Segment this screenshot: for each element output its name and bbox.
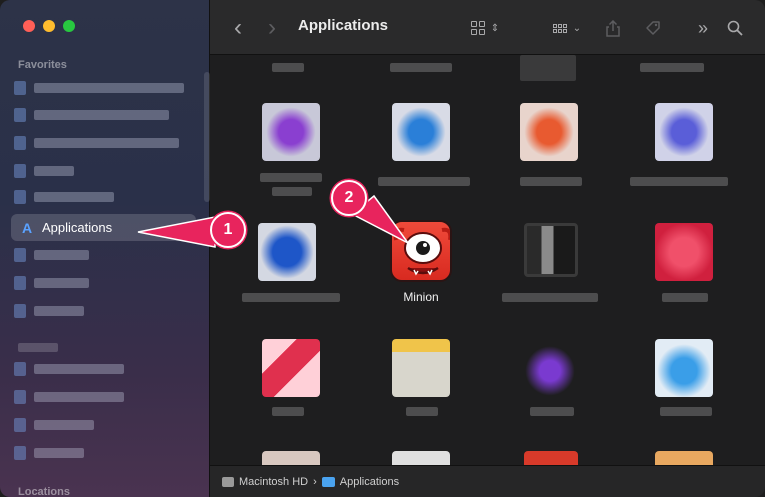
group-by-button[interactable]: ⌄ (548, 17, 586, 39)
sidebar-item-label: Applications (42, 220, 113, 235)
sidebar-item[interactable] (14, 162, 74, 180)
app-label (660, 407, 712, 416)
share-icon (606, 19, 620, 37)
path-bar: Macintosh HD › Applications (210, 465, 765, 497)
search-button[interactable] (724, 17, 746, 39)
app-icon[interactable] (392, 339, 450, 397)
app-label (640, 63, 704, 72)
applications-grid: Minion (210, 55, 765, 465)
path-item-applications[interactable]: Applications (340, 476, 399, 488)
sidebar-item[interactable] (14, 188, 114, 206)
app-label (272, 407, 304, 416)
app-icon[interactable] (520, 103, 578, 161)
app-icon[interactable] (262, 103, 320, 161)
tag-button[interactable] (642, 17, 664, 39)
back-button[interactable]: ‹ (228, 14, 248, 41)
sidebar-section-header (18, 343, 58, 352)
close-window-button[interactable] (23, 20, 35, 32)
app-label (390, 63, 452, 72)
path-item-macintosh-hd[interactable]: Macintosh HD (239, 476, 308, 488)
app-label (406, 407, 438, 416)
sidebar-item[interactable] (14, 416, 94, 434)
app-icon[interactable] (392, 103, 450, 161)
icon-view-icon (470, 21, 485, 35)
chevron-left-icon: ‹ (234, 14, 242, 41)
app-label (530, 407, 574, 416)
forward-button[interactable]: › (262, 14, 282, 41)
window-controls (23, 20, 75, 32)
share-button[interactable] (602, 17, 624, 39)
app-icon[interactable] (655, 339, 713, 397)
app-icon[interactable] (655, 103, 713, 161)
sidebar-item-applications[interactable]: A Applications (11, 214, 196, 241)
sidebar-item[interactable] (14, 444, 84, 462)
app-icon[interactable] (262, 339, 320, 397)
window-title: Applications (298, 17, 389, 34)
chevron-right-icon: › (268, 14, 276, 41)
app-icon[interactable] (524, 223, 578, 277)
app-label (520, 177, 582, 186)
group-grid-icon (552, 23, 567, 33)
annotation-badge-2: 2 (331, 180, 367, 216)
hard-drive-icon (222, 476, 234, 487)
app-store-a-icon: A (21, 219, 33, 236)
sidebar-item[interactable] (14, 79, 184, 97)
tag-icon (646, 21, 660, 35)
minion-app-label: Minion (403, 290, 439, 304)
app-icon[interactable] (655, 451, 713, 465)
more-toolbar-button[interactable]: » (693, 17, 713, 39)
app-label (272, 63, 304, 72)
app-label (272, 187, 312, 196)
search-icon (727, 20, 743, 36)
sidebar-item[interactable] (14, 360, 124, 378)
app-icon[interactable] (520, 55, 576, 81)
sidebar-item[interactable] (14, 106, 169, 124)
view-mode-button[interactable]: ⇕ (466, 17, 504, 39)
app-label (242, 293, 340, 302)
folder-icon (321, 476, 335, 487)
zoom-window-button[interactable] (63, 20, 75, 32)
finder-window: Favorites A Applications Locations ‹ › A… (0, 0, 765, 497)
app-icon[interactable] (392, 451, 450, 465)
minimize-window-button[interactable] (43, 20, 55, 32)
app-label (260, 173, 322, 182)
sidebar-item[interactable] (14, 246, 89, 264)
app-label (630, 177, 728, 186)
app-label (502, 293, 598, 302)
minion-app-icon[interactable] (390, 220, 452, 282)
app-icon[interactable] (524, 451, 578, 465)
app-label (378, 177, 470, 186)
path-separator: › (313, 475, 317, 488)
sidebar-item[interactable] (14, 274, 89, 292)
chevron-down-icon: ⌄ (572, 22, 582, 34)
app-icon[interactable] (262, 451, 320, 465)
app-icon[interactable] (258, 223, 316, 281)
sidebar-item[interactable] (14, 134, 179, 152)
up-down-chevron-icon: ⇕ (490, 22, 500, 34)
sidebar-item[interactable] (14, 388, 124, 406)
sidebar: Favorites A Applications Locations (0, 0, 210, 497)
double-chevron-icon: » (697, 17, 708, 38)
sidebar-section-locations: Locations (18, 486, 70, 497)
sidebar-section-favorites: Favorites (18, 59, 67, 71)
app-icon[interactable] (524, 339, 576, 397)
app-icon[interactable] (655, 223, 713, 281)
sidebar-item[interactable] (14, 302, 84, 320)
toolbar: ‹ › Applications ⇕ ⌄ » (210, 0, 765, 55)
annotation-badge-1: 1 (210, 212, 246, 248)
app-label (662, 293, 708, 302)
